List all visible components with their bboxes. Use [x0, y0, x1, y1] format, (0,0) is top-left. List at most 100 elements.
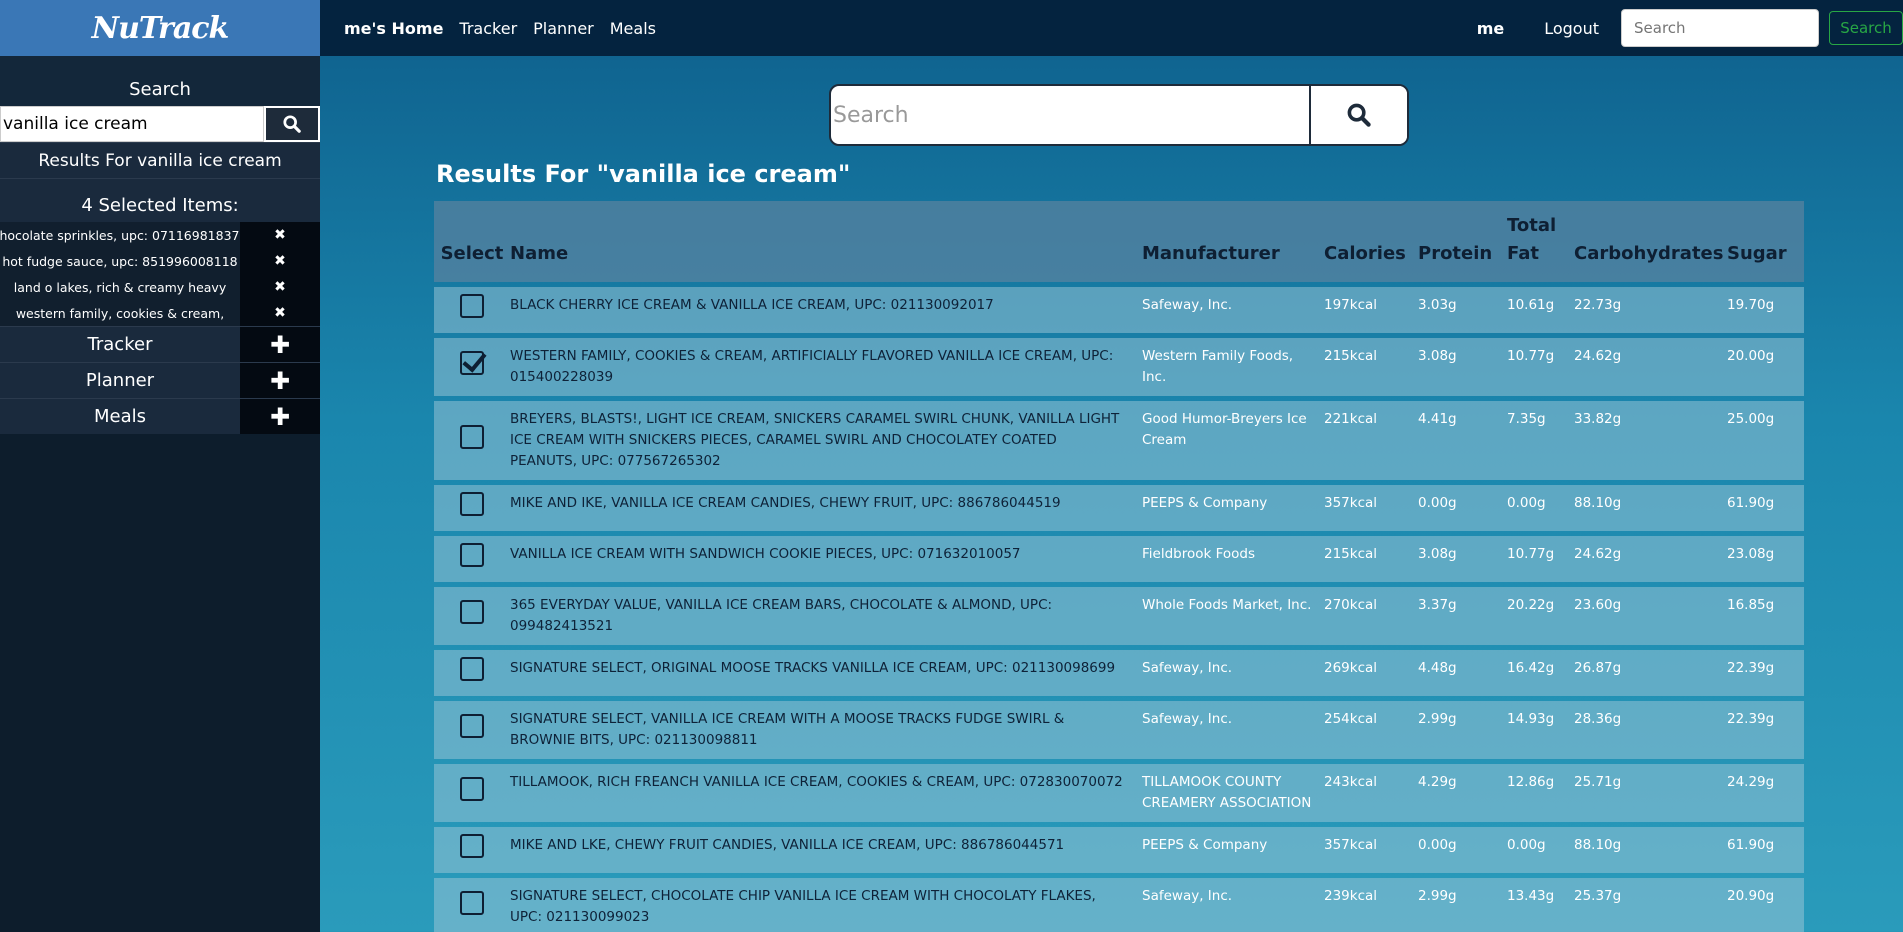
select-checkbox[interactable]	[460, 714, 484, 738]
selected-item-label: hot fudge sauce, upc: 851996008118	[0, 248, 240, 274]
calories-cell: 239kcal	[1324, 888, 1378, 904]
column-header-sugar: Sugar	[1727, 243, 1787, 264]
nav-link-tracker[interactable]: Tracker	[459, 19, 517, 38]
select-checkbox[interactable]	[460, 543, 484, 567]
search-icon	[283, 115, 301, 133]
protein-cell: 3.08g	[1418, 348, 1457, 364]
sugar-cell: 22.39g	[1727, 711, 1775, 727]
expand-section-button[interactable]: ✚	[240, 399, 320, 434]
expand-section-button[interactable]: ✚	[240, 327, 320, 362]
sidebar-section-label[interactable]: Planner	[0, 363, 240, 398]
sugar-cell: 24.29g	[1727, 774, 1775, 790]
carbs-cell: 24.62g	[1574, 546, 1622, 562]
brand-logo[interactable]: NuTrack	[0, 0, 320, 56]
column-header-calories: Calories	[1324, 243, 1406, 264]
remove-item-button[interactable]: ✖	[240, 300, 320, 326]
select-checkbox[interactable]	[460, 294, 484, 318]
sugar-cell: 25.00g	[1727, 411, 1775, 427]
table-row: VANILLA ICE CREAM WITH SANDWICH COOKIE P…	[434, 536, 1804, 582]
select-checkbox[interactable]	[460, 351, 484, 375]
select-checkbox[interactable]	[460, 424, 484, 449]
results-title: Results For "vanilla ice cream"	[436, 160, 851, 188]
table-row: SIGNATURE SELECT, ORIGINAL MOOSE TRACKS …	[434, 650, 1804, 696]
protein-cell: 4.29g	[1418, 774, 1457, 790]
calories-cell: 197kcal	[1324, 297, 1378, 313]
sidebar-section-label[interactable]: Tracker	[0, 327, 240, 362]
select-cell	[434, 338, 510, 388]
select-checkbox[interactable]	[460, 891, 484, 915]
protein-cell: 2.99g	[1418, 888, 1457, 904]
column-header-manufacturer: Manufacturer	[1142, 243, 1280, 264]
fat-cell: 20.22g	[1507, 597, 1555, 613]
select-cell	[434, 287, 510, 325]
sidebar-search-input[interactable]	[0, 106, 264, 142]
column-header-carbohydrates: Carbohydrates	[1574, 243, 1724, 264]
carbs-cell: 25.37g	[1574, 888, 1622, 904]
select-checkbox[interactable]	[460, 492, 484, 516]
sidebar-section-planner: Planner ✚	[0, 362, 320, 398]
protein-cell: 4.48g	[1418, 660, 1457, 676]
sidebar-search-button[interactable]	[264, 106, 320, 142]
nav-user[interactable]: me	[1477, 19, 1505, 38]
table-row: MIKE AND IKE, VANILLA ICE CREAM CANDIES,…	[434, 485, 1804, 531]
calories-cell: 254kcal	[1324, 711, 1378, 727]
expand-section-button[interactable]: ✚	[240, 363, 320, 398]
calories-cell: 269kcal	[1324, 660, 1378, 676]
select-cell	[434, 587, 510, 637]
protein-cell: 0.00g	[1418, 837, 1457, 853]
remove-item-button[interactable]: ✖	[240, 274, 320, 300]
close-icon: ✖	[274, 227, 286, 243]
logout-link[interactable]: Logout	[1544, 19, 1599, 38]
select-cell	[434, 827, 510, 865]
calories-cell: 357kcal	[1324, 837, 1378, 853]
manufacturer-cell: Fieldbrook Foods	[1142, 546, 1256, 562]
select-cell	[434, 536, 510, 574]
main-search-input[interactable]: Search	[831, 86, 1311, 144]
carbs-cell: 26.87g	[1574, 660, 1622, 676]
nav-home-link[interactable]: me's Home	[344, 19, 443, 38]
nav-link-meals[interactable]: Meals	[610, 19, 656, 38]
calories-cell: 215kcal	[1324, 348, 1378, 364]
table-row: WESTERN FAMILY, COOKIES & CREAM, ARTIFIC…	[434, 338, 1804, 396]
nav-link-planner[interactable]: Planner	[533, 19, 594, 38]
name-cell: TILLAMOOK, RICH FREANCH VANILLA ICE CREA…	[510, 774, 1123, 790]
name-cell: SIGNATURE SELECT, VANILLA ICE CREAM WITH…	[510, 711, 1065, 748]
main-search-button[interactable]	[1311, 86, 1407, 144]
close-icon: ✖	[274, 279, 286, 295]
column-header-name: Name	[510, 243, 569, 264]
name-cell: SIGNATURE SELECT, ORIGINAL MOOSE TRACKS …	[510, 660, 1116, 676]
sugar-cell: 22.39g	[1727, 660, 1775, 676]
close-icon: ✖	[274, 305, 286, 321]
fat-cell: 14.93g	[1507, 711, 1555, 727]
select-checkbox[interactable]	[460, 600, 484, 624]
remove-item-button[interactable]: ✖	[240, 222, 320, 248]
manufacturer-cell: Western Family Foods, Inc.	[1142, 348, 1294, 385]
sidebar-results-label[interactable]: Results For vanilla ice cream	[0, 142, 320, 178]
sidebar-section-label[interactable]: Meals	[0, 399, 240, 434]
select-checkbox[interactable]	[460, 777, 484, 801]
selected-item: western family, cookies & cream, ✖	[0, 300, 320, 326]
calories-cell: 357kcal	[1324, 495, 1378, 511]
name-cell: 365 EVERYDAY VALUE, VANILLA ICE CREAM BA…	[510, 597, 1053, 634]
remove-item-button[interactable]: ✖	[240, 248, 320, 274]
protein-cell: 3.37g	[1418, 597, 1457, 613]
select-cell	[434, 701, 510, 751]
nav-search-input[interactable]	[1621, 9, 1819, 47]
protein-cell: 3.03g	[1418, 297, 1457, 313]
select-checkbox[interactable]	[460, 834, 484, 858]
manufacturer-cell: Safeway, Inc.	[1142, 660, 1233, 676]
sugar-cell: 61.90g	[1727, 495, 1775, 511]
sidebar: NuTrack Search Results For vanilla ice c…	[0, 0, 320, 932]
select-cell	[434, 650, 510, 688]
main-search-bar: Search	[829, 84, 1409, 146]
calories-cell: 221kcal	[1324, 411, 1378, 427]
selected-item: hot fudge sauce, upc: 851996008118 ✖	[0, 248, 320, 274]
table-row: MIKE AND LKE, CHEWY FRUIT CANDIES, VANIL…	[434, 827, 1804, 873]
select-checkbox[interactable]	[460, 657, 484, 681]
name-cell: WESTERN FAMILY, COOKIES & CREAM, ARTIFIC…	[510, 348, 1114, 385]
nav-search-button[interactable]: Search	[1829, 11, 1903, 45]
manufacturer-cell: TILLAMOOK COUNTY CREAMERY ASSOCIATION	[1142, 774, 1312, 811]
selected-item: chocolate sprinkles, upc: 071169818379 ✖	[0, 222, 320, 248]
protein-cell: 0.00g	[1418, 495, 1457, 511]
calories-cell: 270kcal	[1324, 597, 1378, 613]
